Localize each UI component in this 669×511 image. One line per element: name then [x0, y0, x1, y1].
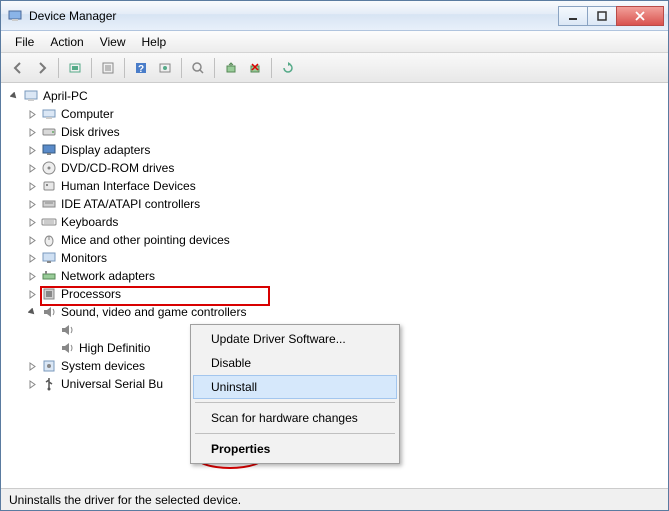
tree-category[interactable]: Display adapters [27, 141, 660, 159]
tree-category[interactable]: Keyboards [27, 213, 660, 231]
device-category-icon [41, 106, 57, 122]
category-label: IDE ATA/ATAPI controllers [61, 197, 200, 211]
category-label: Processors [61, 287, 121, 301]
menu-view[interactable]: View [92, 32, 134, 52]
device-category-icon [41, 160, 57, 176]
sound-device-icon [59, 322, 75, 338]
tree-category[interactable]: Processors [27, 285, 660, 303]
sound-device-icon [59, 340, 75, 356]
tree-category[interactable]: Sound, video and game controllers [27, 303, 660, 321]
category-label: Sound, video and game controllers [61, 305, 246, 319]
tree-root[interactable]: April-PC [9, 87, 660, 105]
ctx-separator [195, 402, 395, 403]
tree-category[interactable]: Disk drives [27, 123, 660, 141]
collapse-icon[interactable] [27, 307, 38, 318]
tree-category[interactable]: DVD/CD-ROM drives [27, 159, 660, 177]
statusbar: Uninstalls the driver for the selected d… [1, 488, 668, 510]
collapse-icon[interactable] [9, 91, 20, 102]
device-category-icon [41, 196, 57, 212]
ctx-separator [195, 433, 395, 434]
category-label: Disk drives [61, 125, 120, 139]
ctx-update-driver[interactable]: Update Driver Software... [193, 327, 397, 351]
forward-button[interactable] [31, 57, 53, 79]
device-category-icon [41, 232, 57, 248]
tree-category[interactable]: Mice and other pointing devices [27, 231, 660, 249]
window-title: Device Manager [29, 9, 559, 23]
expand-icon[interactable] [27, 253, 38, 264]
help-button[interactable]: ? [130, 57, 152, 79]
menu-action[interactable]: Action [42, 32, 91, 52]
app-icon [7, 8, 23, 24]
expand-icon[interactable] [27, 109, 38, 120]
expand-icon[interactable] [27, 199, 38, 210]
ctx-properties[interactable]: Properties [193, 437, 397, 461]
device-category-icon [41, 124, 57, 140]
menu-help[interactable]: Help [134, 32, 175, 52]
device-label: High Definitio [79, 341, 150, 355]
expand-icon[interactable] [27, 379, 38, 390]
category-label: Monitors [61, 251, 107, 265]
tree-category[interactable]: Monitors [27, 249, 660, 267]
tree-category[interactable]: IDE ATA/ATAPI controllers [27, 195, 660, 213]
titlebar: Device Manager [1, 1, 668, 31]
ctx-uninstall[interactable]: Uninstall [193, 375, 397, 399]
device-category-icon [41, 142, 57, 158]
device-category-icon [41, 304, 57, 320]
category-label: Keyboards [61, 215, 118, 229]
category-label: System devices [61, 359, 145, 373]
ctx-scan[interactable]: Scan for hardware changes [193, 406, 397, 430]
expand-icon[interactable] [27, 163, 38, 174]
expand-icon[interactable] [27, 289, 38, 300]
category-label: Human Interface Devices [61, 179, 196, 193]
category-label: Computer [61, 107, 114, 121]
show-hidden-button[interactable] [64, 57, 86, 79]
device-category-icon [41, 358, 57, 374]
device-category-icon [41, 286, 57, 302]
window-controls [559, 6, 664, 26]
context-menu: Update Driver Software... Disable Uninst… [190, 324, 400, 464]
device-category-icon [41, 268, 57, 284]
menubar: File Action View Help [1, 31, 668, 53]
expand-icon[interactable] [27, 271, 38, 282]
view-by-type-button[interactable] [154, 57, 176, 79]
refresh-button[interactable] [277, 57, 299, 79]
maximize-button[interactable] [587, 6, 617, 26]
expand-icon[interactable] [27, 145, 38, 156]
tree-category[interactable]: Human Interface Devices [27, 177, 660, 195]
computer-icon [23, 88, 39, 104]
ctx-disable[interactable]: Disable [193, 351, 397, 375]
menu-file[interactable]: File [7, 32, 42, 52]
category-label: Mice and other pointing devices [61, 233, 230, 247]
back-button[interactable] [7, 57, 29, 79]
expand-icon[interactable] [27, 217, 38, 228]
tree-category[interactable]: Computer [27, 105, 660, 123]
properties-button[interactable] [97, 57, 119, 79]
category-label: Network adapters [61, 269, 155, 283]
tree-root-label: April-PC [43, 89, 88, 103]
expand-icon[interactable] [27, 361, 38, 372]
expand-icon[interactable] [27, 127, 38, 138]
device-category-icon [41, 178, 57, 194]
status-text: Uninstalls the driver for the selected d… [9, 493, 241, 507]
category-label: Display adapters [61, 143, 150, 157]
device-category-icon [41, 250, 57, 266]
expand-icon[interactable] [27, 181, 38, 192]
close-button[interactable] [616, 6, 664, 26]
minimize-button[interactable] [558, 6, 588, 26]
device-category-icon [41, 214, 57, 230]
expand-icon[interactable] [27, 235, 38, 246]
toolbar: ? [1, 53, 668, 83]
scan-button[interactable] [187, 57, 209, 79]
update-driver-button[interactable] [220, 57, 242, 79]
device-category-icon [41, 376, 57, 392]
svg-text:?: ? [138, 64, 144, 75]
category-label: DVD/CD-ROM drives [61, 161, 174, 175]
tree-category[interactable]: Network adapters [27, 267, 660, 285]
category-label: Universal Serial Bu [61, 377, 163, 391]
uninstall-button[interactable] [244, 57, 266, 79]
